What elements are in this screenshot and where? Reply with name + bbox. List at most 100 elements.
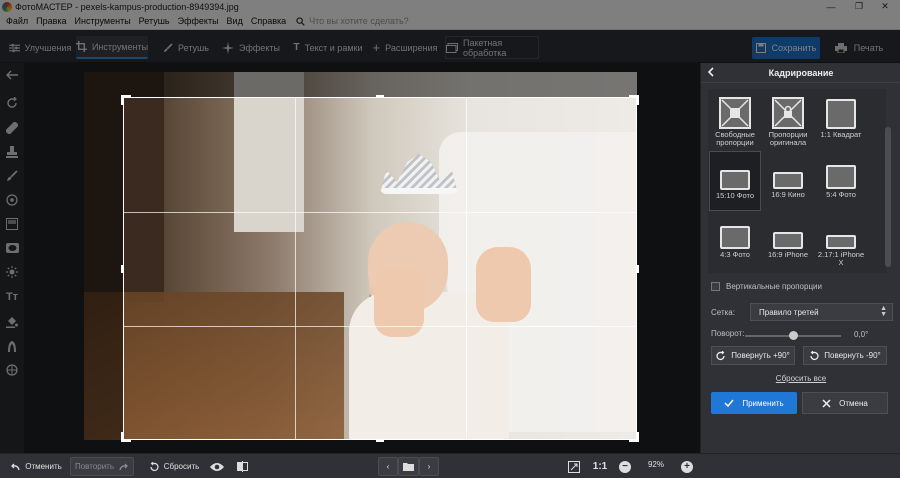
stamp-icon[interactable] (4, 144, 20, 160)
preset-label: Свободные пропорции (715, 130, 755, 147)
silhouette-icon[interactable] (4, 338, 20, 354)
back-chevron-icon[interactable] (707, 67, 715, 77)
brush-icon[interactable] (4, 168, 20, 184)
crop-panel: Кадрирование Свободные пропорции Пропорц… (700, 63, 900, 453)
menu-file[interactable]: Файл (0, 16, 32, 26)
sliders-icon (8, 43, 20, 52)
printer-icon (834, 43, 847, 53)
minimize-icon[interactable]: — (818, 0, 844, 13)
plus-icon: + (372, 39, 381, 55)
crop-handle-left[interactable] (121, 265, 124, 273)
ratio-shape-icon (720, 226, 750, 249)
crop-handle-tr[interactable] (636, 95, 639, 105)
menu-tools[interactable]: Инструменты (71, 16, 135, 26)
menu-help[interactable]: Справка (247, 16, 290, 26)
zoom-out-button[interactable]: − (617, 457, 633, 476)
save-button[interactable]: Сохранить (752, 37, 820, 59)
crop-handle-right[interactable] (636, 265, 639, 273)
rotate-minus-90-button[interactable]: Повернуть -90° (803, 346, 887, 365)
actual-size-button[interactable]: 1:1 (589, 457, 611, 476)
menu-edit[interactable]: Правка (32, 16, 70, 26)
tab-batch[interactable]: Пакетная обработка (445, 36, 539, 59)
apply-button[interactable]: Применить (711, 392, 797, 414)
menu-retouch[interactable]: Ретушь (135, 16, 174, 26)
preset-16-9-iphone[interactable]: 16:9 iPhone (762, 211, 814, 271)
rotation-slider-knob[interactable] (788, 331, 798, 340)
crop-icon (75, 41, 87, 52)
zoom-value[interactable]: 92% (640, 460, 672, 469)
search-icon (296, 16, 305, 26)
open-folder-button[interactable] (398, 457, 419, 476)
compare-button[interactable] (233, 457, 251, 476)
text-icon[interactable]: Tт (4, 289, 20, 305)
cancel-button[interactable]: Отмена (802, 392, 888, 414)
undo-button[interactable]: Отменить (6, 457, 66, 476)
preset-15-10[interactable]: 15:10 Фото (709, 151, 761, 211)
gradient-icon[interactable] (4, 216, 20, 232)
menu-effects[interactable]: Эффекты (174, 16, 223, 26)
undo-label: Отменить (25, 462, 62, 471)
maximize-icon[interactable]: ❐ (846, 0, 872, 13)
tab-label: Эффекты (239, 42, 280, 53)
crop-handle-bottom[interactable] (376, 439, 384, 442)
reset-all-link[interactable]: Сбросить все (701, 374, 900, 383)
menu-view[interactable]: Вид (223, 16, 247, 26)
close-icon[interactable]: ✕ (872, 0, 898, 13)
zoom-in-button[interactable]: + (679, 457, 695, 476)
rotate-plus-90-button[interactable]: Повернуть +90° (711, 346, 795, 365)
save-label: Сохранить (771, 43, 817, 53)
tab-tools[interactable]: Инструменты (75, 36, 148, 59)
left-toolbar: Tт (0, 63, 24, 453)
crop-handle-tl[interactable] (121, 95, 124, 105)
redo-button[interactable]: Повторить (70, 457, 134, 476)
crop-frame[interactable] (121, 95, 639, 442)
preset-5-4[interactable]: 5:4 Фото (815, 151, 867, 211)
crop-handle-bl[interactable] (121, 432, 124, 442)
close-icon (822, 398, 831, 408)
vertical-proportions-row[interactable]: Вертикальные пропорции (711, 282, 822, 291)
ratio-shape-icon (826, 165, 856, 189)
bandage-icon[interactable] (4, 120, 20, 136)
preset-label: 2.17:1 iPhone X (817, 250, 865, 267)
tab-retouch[interactable]: Ретушь (158, 36, 214, 59)
rotate-icon[interactable] (4, 95, 20, 111)
preset-square[interactable]: 1:1 Квадрат (815, 91, 867, 151)
tab-effects[interactable]: Эффекты (222, 36, 280, 59)
sun-icon[interactable] (4, 264, 20, 280)
preset-16-9[interactable]: 16:9 Кино (762, 151, 814, 211)
crop-handle-top[interactable] (376, 95, 384, 98)
fit-screen-icon (568, 460, 580, 473)
vertical-checkbox[interactable] (711, 282, 720, 291)
minus-icon: − (619, 460, 631, 473)
grid-select[interactable]: Правило третей ▲ ▼ (750, 303, 893, 321)
preset-scrollbar[interactable] (885, 117, 891, 297)
panel-header: Кадрирование (701, 63, 900, 83)
reset-button[interactable]: Сбросить (148, 457, 200, 476)
print-button[interactable]: Печать (825, 37, 893, 59)
preset-free[interactable]: Свободные пропорции (709, 91, 761, 151)
paint-bucket-icon[interactable] (4, 314, 20, 330)
grid-line (124, 326, 636, 327)
ratio-shape-icon (826, 235, 856, 249)
crop-handle-br[interactable] (636, 432, 639, 442)
reset-label: Сбросить (163, 462, 200, 471)
tab-text-frames[interactable]: T Текст и рамки (289, 36, 367, 59)
search-placeholder: Что вы хотите сделать? (309, 16, 409, 26)
prev-photo-button[interactable]: ‹ (378, 457, 398, 476)
rotation-row: Поворот: 0,0° (711, 329, 891, 343)
globe-icon[interactable] (4, 362, 20, 378)
preset-iphone-x[interactable]: 2.17:1 iPhone X (815, 211, 867, 271)
search-box[interactable]: Что вы хотите сделать? (296, 16, 409, 26)
preset-original[interactable]: Пропорции оригинала (762, 91, 814, 151)
vignette-icon[interactable] (4, 240, 20, 256)
radial-filter-icon[interactable] (4, 192, 20, 208)
preview-eye-button[interactable] (207, 457, 227, 476)
fit-screen-button[interactable] (565, 457, 583, 476)
scrollbar-thumb[interactable] (885, 127, 891, 267)
back-arrow-icon[interactable] (4, 67, 20, 83)
next-photo-button[interactable]: › (419, 457, 439, 476)
preset-4-3[interactable]: 4:3 Фото (709, 211, 761, 271)
tab-enhancements[interactable]: Улучшения (7, 36, 73, 59)
tab-extensions[interactable]: + Расширения (372, 36, 438, 59)
tab-label: Расширения (385, 42, 438, 53)
